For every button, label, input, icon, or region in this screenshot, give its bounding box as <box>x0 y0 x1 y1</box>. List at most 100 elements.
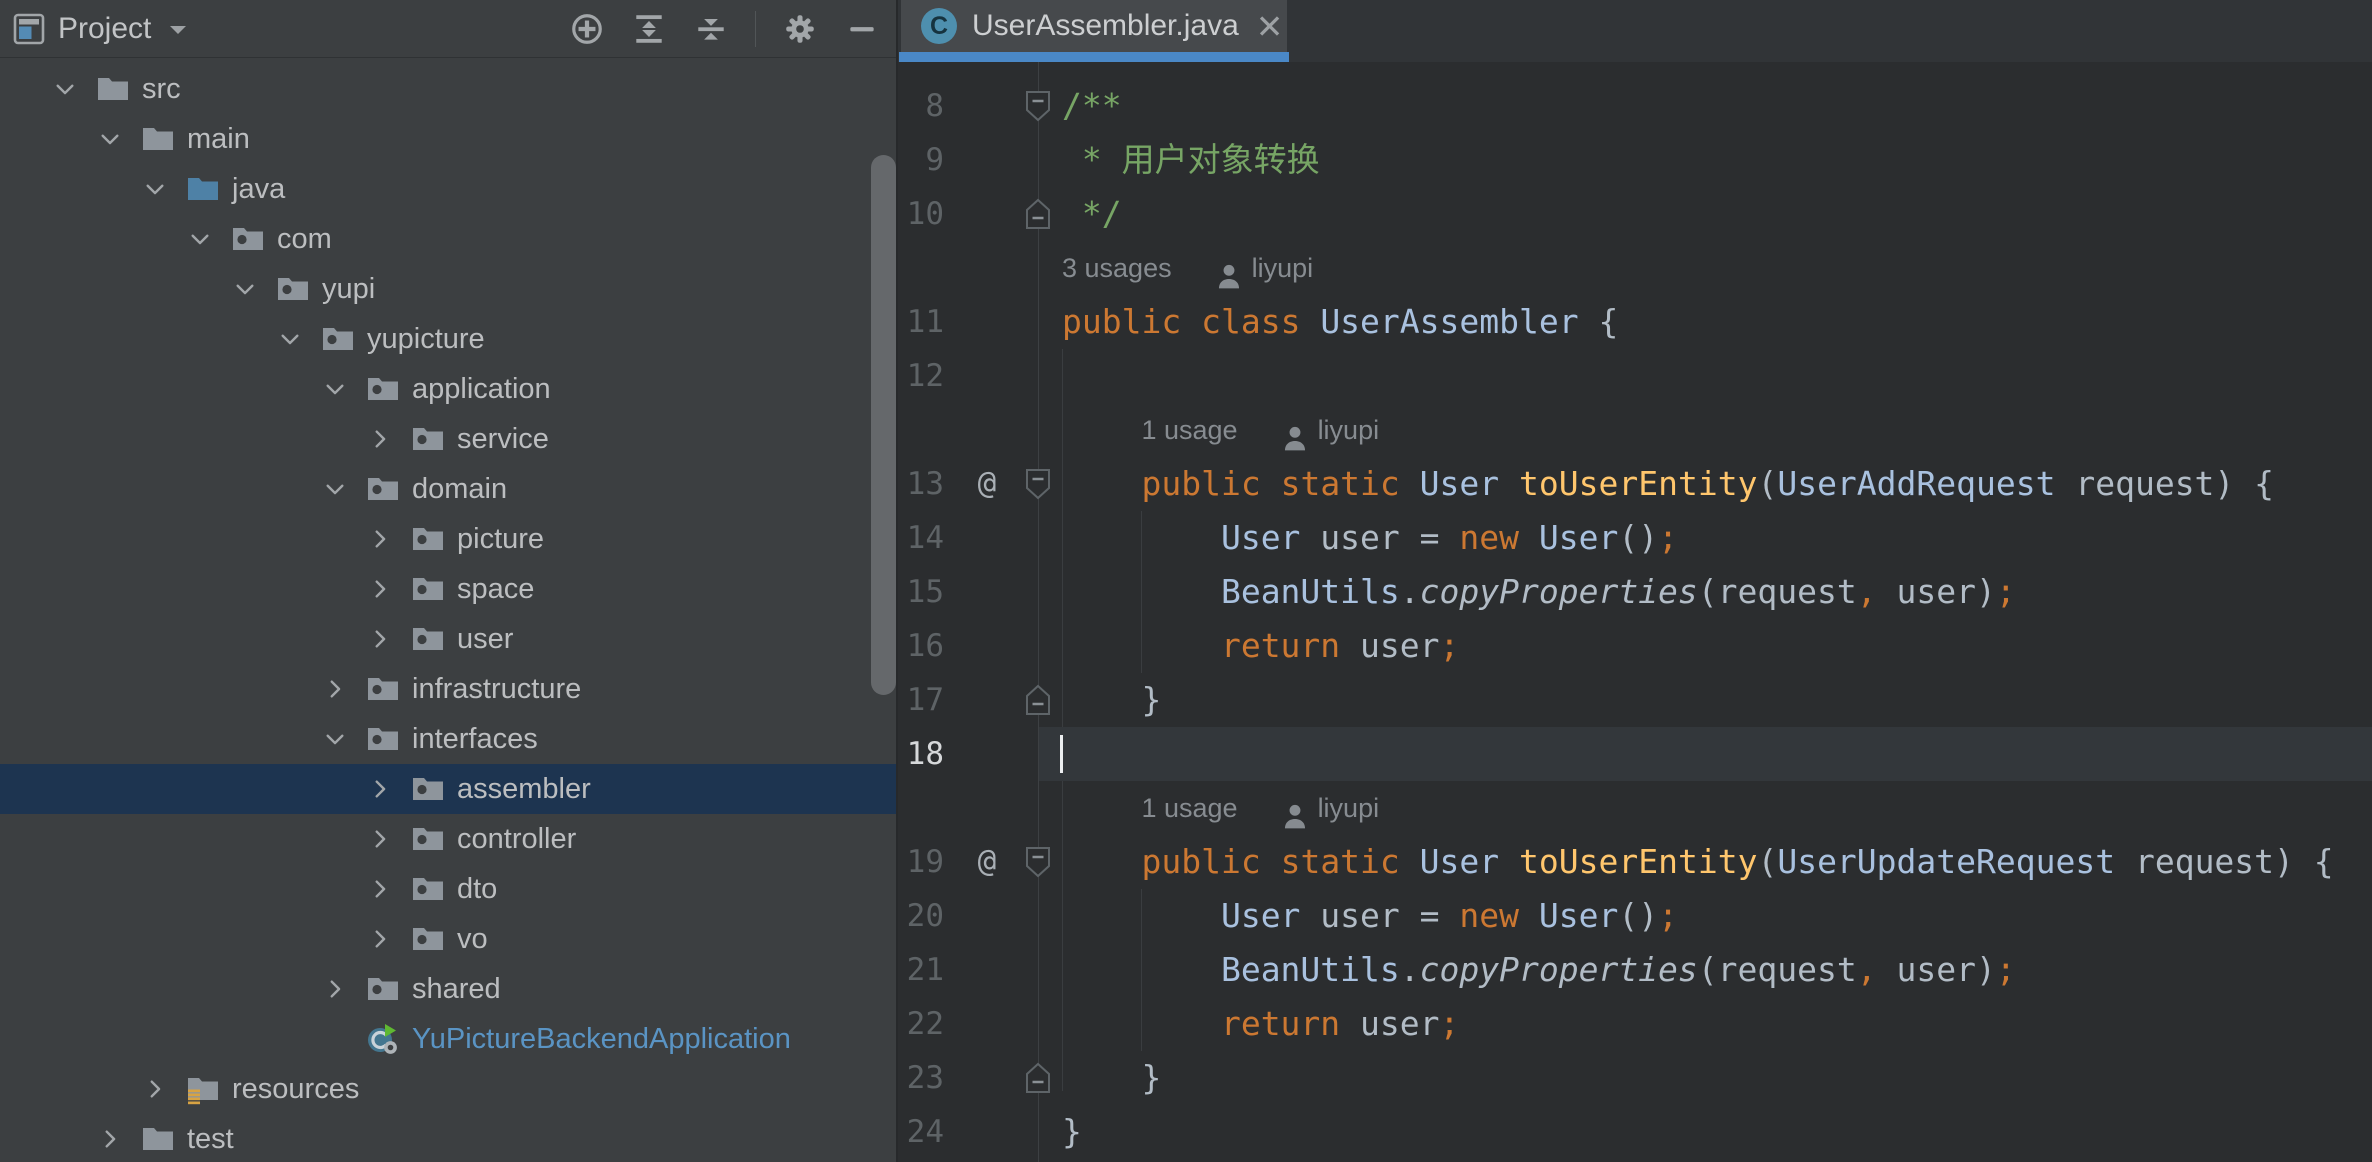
fold-marker-icon[interactable] <box>1024 683 1052 717</box>
gutter-cell[interactable]: 24 <box>898 1105 1038 1159</box>
gutter-cell[interactable]: 18 <box>898 727 1038 781</box>
panel-title[interactable]: Project <box>58 12 151 46</box>
chevron-down-icon[interactable] <box>167 22 189 36</box>
code-text[interactable]: } <box>1038 673 2372 727</box>
tree-item-com[interactable]: com <box>0 214 898 264</box>
usages-hint[interactable]: 1 usage <box>1141 781 1237 835</box>
code-text[interactable]: * 用户对象转换 <box>1038 133 2372 187</box>
tree-chevron-icon[interactable] <box>363 422 397 456</box>
tree-item-vo[interactable]: vo <box>0 914 898 964</box>
code-text[interactable]: User user = new User(); <box>1038 889 2372 943</box>
tree-chevron-icon[interactable] <box>318 972 352 1006</box>
fold-marker-icon[interactable] <box>1024 845 1052 879</box>
tree-item-application[interactable]: application <box>0 364 898 414</box>
tree-chevron-icon[interactable] <box>363 522 397 556</box>
tree-item-controller[interactable]: controller <box>0 814 898 864</box>
expand-all-icon[interactable] <box>631 11 667 47</box>
tree-item-yupi[interactable]: yupi <box>0 264 898 314</box>
tree-chevron-icon[interactable] <box>93 122 127 156</box>
tree-chevron-icon[interactable] <box>363 872 397 906</box>
tree-item-interfaces[interactable]: interfaces <box>0 714 898 764</box>
gutter-cell[interactable]: 8 <box>898 79 1038 133</box>
fold-marker-icon[interactable] <box>1024 467 1052 501</box>
tree-chevron-icon[interactable] <box>138 172 172 206</box>
tree-chevron-icon[interactable] <box>318 472 352 506</box>
gutter-cell[interactable] <box>898 781 1038 835</box>
settings-gear-icon[interactable] <box>782 11 818 47</box>
tree-item-main[interactable]: main <box>0 114 898 164</box>
tree-item-dto[interactable]: dto <box>0 864 898 914</box>
tree-chevron-icon[interactable] <box>48 72 82 106</box>
code-text[interactable] <box>1038 727 2372 781</box>
tree-item-test[interactable]: test <box>0 1114 898 1162</box>
gutter-cell[interactable]: 15 <box>898 565 1038 619</box>
tree-item-yupicturebackendapplication[interactable]: YuPictureBackendApplication <box>0 1014 898 1064</box>
code-text[interactable]: */ <box>1038 187 2372 241</box>
code-text[interactable]: User user = new User(); <box>1038 511 2372 565</box>
gutter-cell[interactable]: 20 <box>898 889 1038 943</box>
tree-chevron-icon[interactable] <box>318 672 352 706</box>
tree-item-space[interactable]: space <box>0 564 898 614</box>
gutter-cell[interactable]: 9 <box>898 133 1038 187</box>
code-editor-surface[interactable]: 8/**9 * 用户对象转换10 */3 usagesliyupi11publi… <box>898 62 2372 1162</box>
gutter-cell[interactable]: 23 <box>898 1051 1038 1105</box>
gutter-cell[interactable]: 22 <box>898 997 1038 1051</box>
tree-chevron-icon[interactable] <box>183 222 217 256</box>
code-text[interactable]: return user; <box>1038 997 2372 1051</box>
tree-chevron-icon[interactable] <box>363 572 397 606</box>
tree-chevron-icon[interactable] <box>138 1072 172 1106</box>
code-text[interactable]: public class UserAssembler { <box>1038 295 2372 349</box>
code-text[interactable]: } <box>1038 1051 2372 1105</box>
tree-item-user[interactable]: user <box>0 614 898 664</box>
code-text[interactable] <box>1038 349 2372 403</box>
code-text[interactable]: /** <box>1038 79 2372 133</box>
tree-item-assembler[interactable]: assembler <box>0 764 898 814</box>
author-hint[interactable]: liyupi <box>1318 781 1380 835</box>
fold-marker-icon[interactable] <box>1024 1061 1052 1095</box>
locate-file-icon[interactable] <box>569 11 605 47</box>
tree-item-java[interactable]: java <box>0 164 898 214</box>
gutter-cell[interactable]: 21 <box>898 943 1038 997</box>
gutter-cell[interactable]: 17 <box>898 673 1038 727</box>
gutter-cell[interactable]: 10 <box>898 187 1038 241</box>
tree-chevron-icon[interactable] <box>363 822 397 856</box>
tree-item-service[interactable]: service <box>0 414 898 464</box>
editor-tab-userassembler[interactable]: C UserAssembler.java ✕ <box>901 0 1287 52</box>
tree-chevron-icon[interactable] <box>273 322 307 356</box>
tree-chevron-icon[interactable] <box>93 1122 127 1156</box>
tree-item-domain[interactable]: domain <box>0 464 898 514</box>
tree-item-shared[interactable]: shared <box>0 964 898 1014</box>
gutter-cell[interactable]: 12 <box>898 349 1038 403</box>
gutter-cell[interactable]: 13@ <box>898 457 1038 511</box>
tree-chevron-icon[interactable] <box>363 622 397 656</box>
tree-item-resources[interactable]: resources <box>0 1064 898 1114</box>
code-text[interactable]: public static User toUserEntity(UserAddR… <box>1038 457 2372 511</box>
tree-item-picture[interactable]: picture <box>0 514 898 564</box>
code-text[interactable]: public static User toUserEntity(UserUpda… <box>1038 835 2372 889</box>
gutter-cell[interactable]: 11 <box>898 295 1038 349</box>
inlay-hint-content[interactable]: 1 usage liyupi <box>1038 403 2372 457</box>
fold-marker-icon[interactable] <box>1024 89 1052 123</box>
tree-chevron-icon[interactable] <box>363 922 397 956</box>
tree-item-infrastructure[interactable]: infrastructure <box>0 664 898 714</box>
hide-panel-icon[interactable] <box>844 11 880 47</box>
gutter-cell[interactable] <box>898 403 1038 457</box>
close-icon[interactable]: ✕ <box>1256 10 1284 43</box>
tree-scrollbar-thumb[interactable] <box>871 155 896 695</box>
inlay-hint-content[interactable]: 3 usages liyupi <box>1038 241 2372 295</box>
author-hint[interactable]: liyupi <box>1252 241 1314 295</box>
inlay-hint-content[interactable]: 1 usage liyupi <box>1038 781 2372 835</box>
author-hint[interactable]: liyupi <box>1318 403 1380 457</box>
gutter-cell[interactable] <box>898 241 1038 295</box>
tree-chevron-icon[interactable] <box>228 272 262 306</box>
tree-chevron-icon[interactable] <box>318 722 352 756</box>
tree-chevron-icon[interactable] <box>363 772 397 806</box>
panel-editor-divider[interactable] <box>896 0 898 1162</box>
usages-hint[interactable]: 3 usages <box>1062 241 1172 295</box>
tree-item-src[interactable]: src <box>0 64 898 114</box>
usages-hint[interactable]: 1 usage <box>1141 403 1237 457</box>
code-text[interactable]: BeanUtils.copyProperties(request, user); <box>1038 565 2372 619</box>
code-text[interactable]: BeanUtils.copyProperties(request, user); <box>1038 943 2372 997</box>
tree-chevron-icon[interactable] <box>318 372 352 406</box>
tree-item-yupicture[interactable]: yupicture <box>0 314 898 364</box>
